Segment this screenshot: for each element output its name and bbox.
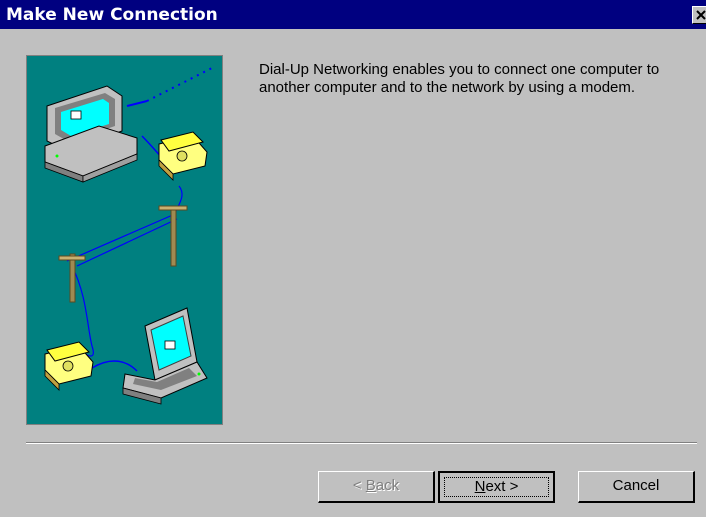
separator-highlight: [26, 443, 697, 444]
back-button[interactable]: < Back: [318, 471, 435, 503]
title-bar[interactable]: Make New Connection: [0, 0, 706, 29]
next-mnemonic: N: [474, 478, 486, 495]
next-button[interactable]: Next >: [438, 471, 555, 503]
window-title: Make New Connection: [6, 5, 218, 25]
next-label: Next >: [474, 478, 519, 495]
cancel-button[interactable]: Cancel: [578, 471, 695, 503]
close-button[interactable]: [692, 6, 706, 24]
close-icon: [696, 10, 706, 20]
description-text: Dial-Up Networking enables you to connec…: [259, 61, 660, 96]
back-mnemonic: B: [365, 477, 376, 494]
connection-illustration: [26, 55, 223, 425]
